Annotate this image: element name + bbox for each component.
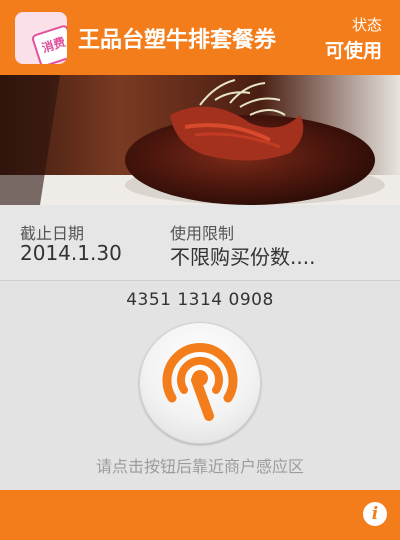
coupon-title: 王品台塑牛排套餐券 <box>78 28 277 53</box>
tap-hint: 请点击按钮后靠近商户感应区 <box>95 457 304 476</box>
expiry-value: 2014.1.30 <box>20 241 122 265</box>
limit-value: 不限购买份数.... <box>170 245 316 269</box>
steak-photo <box>0 75 400 205</box>
nfc-tap-icon <box>162 343 238 421</box>
info-icon[interactable]: i <box>363 502 387 526</box>
coupon-header: 消费 王品台塑牛排套餐券 状态 可使用 <box>0 0 400 75</box>
coupon-card: 消费 王品台塑牛排套餐券 状态 可使用 截止日期 2014.1.30 使用限制 … <box>0 0 400 540</box>
steak-photo-icon <box>0 75 400 205</box>
coupon-tag-icon: 消费 <box>30 23 67 64</box>
coupon-logo: 消费 <box>15 12 67 64</box>
status-label: 状态 <box>351 16 382 34</box>
nfc-tap-button[interactable] <box>139 322 261 444</box>
status-value: 可使用 <box>324 40 382 62</box>
coupon-info: 截止日期 2014.1.30 使用限制 不限购买份数.... <box>0 205 400 281</box>
coupon-footer: i <box>0 490 400 540</box>
coupon-code: 4351 1314 0908 <box>126 290 274 310</box>
